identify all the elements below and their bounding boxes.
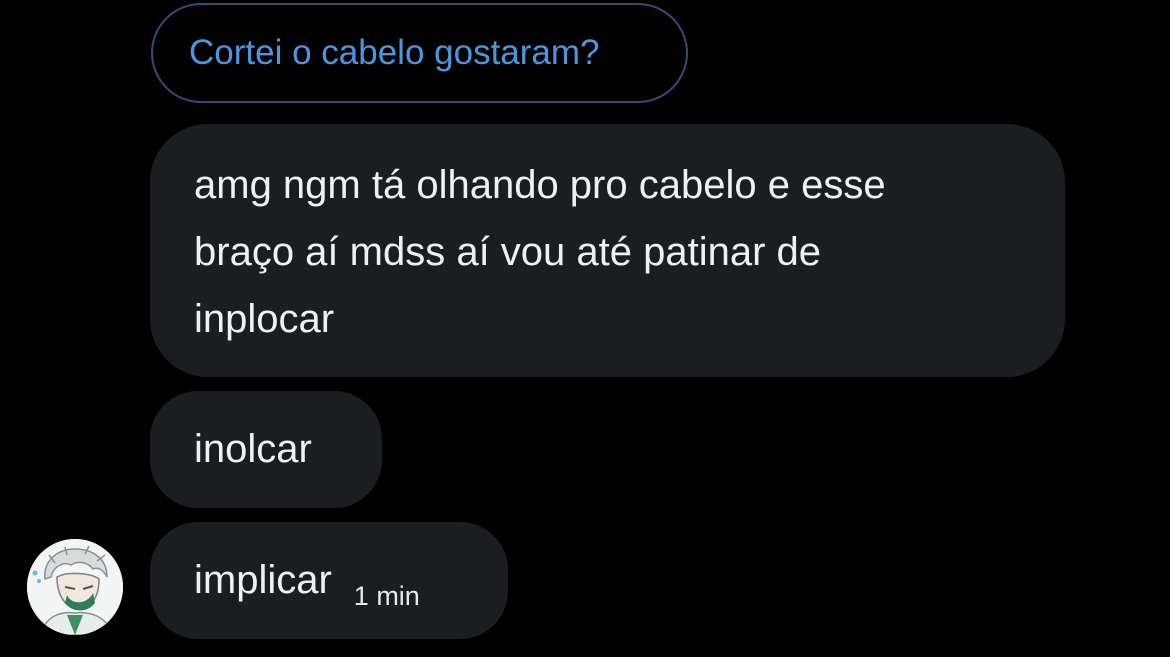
message-text: implicar [194, 558, 332, 602]
message-timestamp: 1 min [353, 580, 420, 611]
message-line: braço aí mdss aí vou até patinar de [194, 230, 822, 274]
message-text: inolcar [194, 427, 312, 471]
anime-character-avatar-icon [27, 539, 123, 635]
message-bubble[interactable]: inolcar [150, 391, 382, 508]
message-line: amg ngm tá olhando pro cabelo e esse [194, 163, 886, 207]
replied-message-text: Cortei o cabelo gostaram? [189, 33, 600, 72]
sender-avatar[interactable] [27, 539, 123, 635]
message-bubble[interactable]: implicar 1 min [150, 522, 508, 639]
message-bubble[interactable]: amg ngm tá olhando pro cabelo e esse bra… [150, 124, 1065, 377]
replied-message-preview[interactable]: Cortei o cabelo gostaram? [151, 3, 688, 103]
message-line: inplocar [194, 297, 335, 341]
